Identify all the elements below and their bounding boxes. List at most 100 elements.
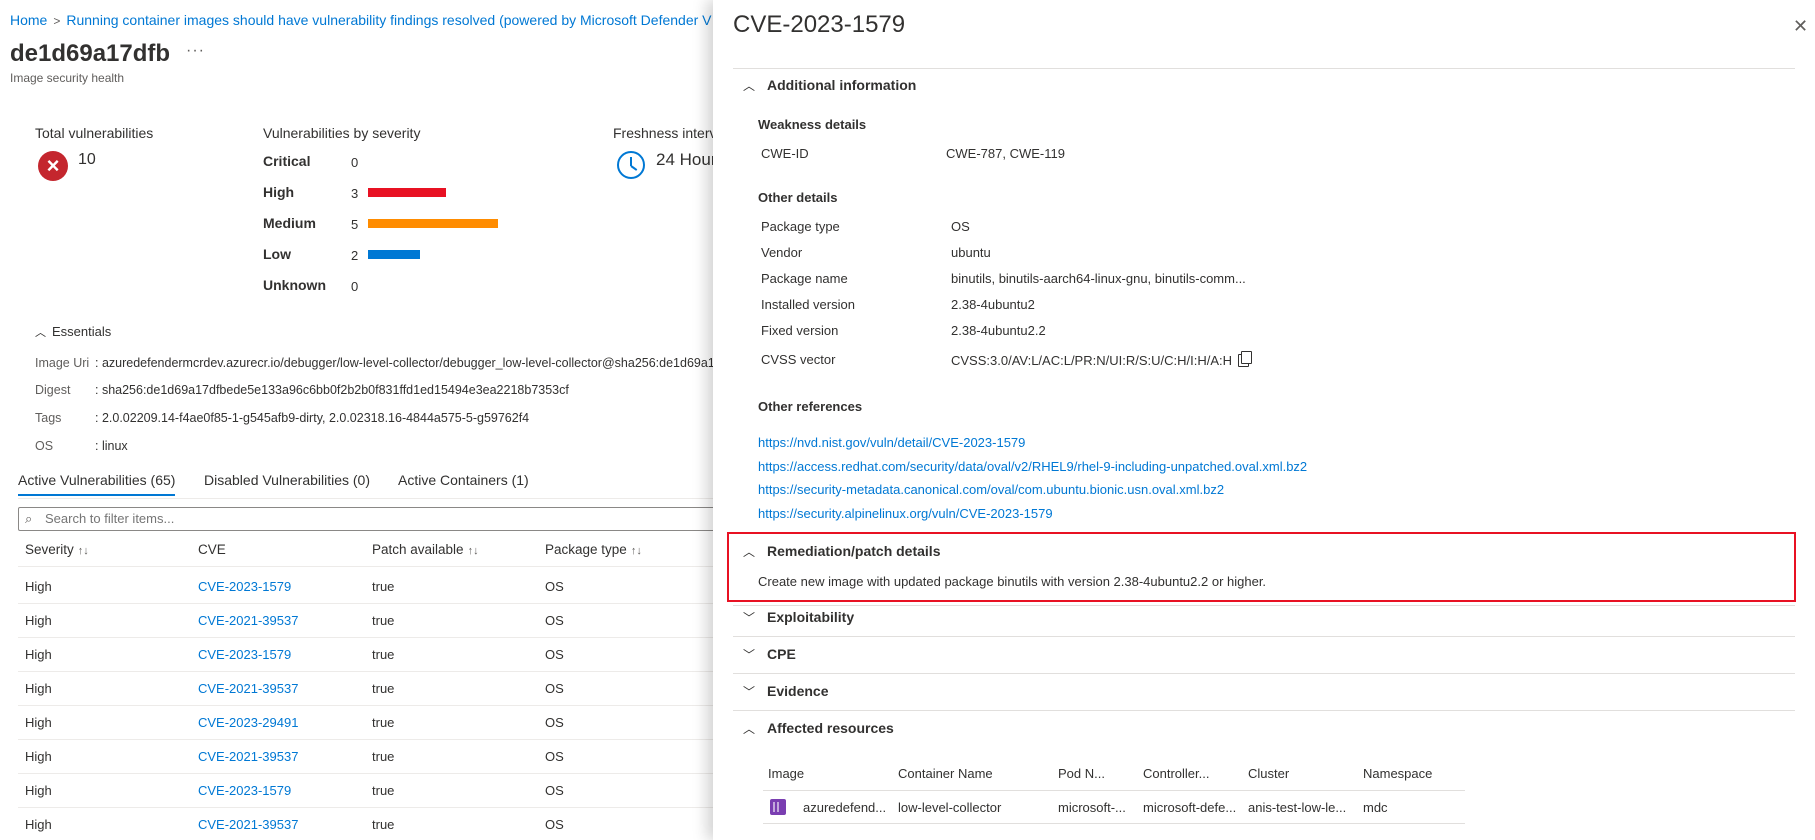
column-header-patch-available[interactable]: Patch available ↑↓ — [372, 542, 479, 557]
cell-cve-link[interactable]: CVE-2021-39537 — [198, 681, 298, 696]
table-header-divider — [18, 566, 713, 567]
table-row[interactable]: High CVE-2021-39537 true OS — [18, 671, 713, 706]
cell-package-type: OS — [545, 817, 564, 832]
cell-patch-available: true — [372, 613, 395, 628]
breadcrumb: Home > Running container images should hav… — [10, 12, 712, 28]
detail-value: ubuntu — [951, 245, 991, 260]
column-header-package-type[interactable]: Package type ↑↓ — [545, 542, 642, 557]
chevron-up-icon: ︿ — [743, 545, 756, 559]
filter-box: ⌕ — [18, 507, 713, 531]
more-options-icon[interactable]: ··· — [186, 42, 205, 60]
severity-count: 3 — [351, 186, 359, 201]
essentials-value: : azuredefendermcrdev.azurecr.io/debugge… — [95, 356, 713, 370]
ar-cell-cluster: anis-test-low-le... — [1248, 800, 1347, 815]
page-title: de1d69a17dfb — [10, 40, 171, 67]
exploitability-toggle[interactable]: ﹀ Exploitability — [743, 609, 854, 626]
severity-count: 2 — [351, 248, 359, 263]
close-icon[interactable]: ✕ — [1793, 16, 1808, 37]
cell-package-type: OS — [545, 579, 564, 594]
essentials-heading: Essentials — [52, 324, 112, 339]
detail-key: Package name — [761, 271, 848, 286]
total-vulnerabilities-label: Total vulnerabilities — [35, 125, 154, 141]
ar-cell-image[interactable]: azuredefend... — [803, 800, 886, 815]
reference-link[interactable]: https://security.alpinelinux.org/vuln/CV… — [758, 506, 1053, 521]
divider — [733, 636, 1795, 637]
filter-input[interactable] — [43, 510, 697, 527]
cell-severity: High — [25, 783, 52, 798]
cell-cve-link[interactable]: CVE-2021-39537 — [198, 749, 298, 764]
evidence-toggle[interactable]: ﹀ Evidence — [743, 683, 828, 700]
severity-row-medium: Medium 5 — [263, 215, 523, 233]
detail-value: OS — [951, 219, 970, 234]
ar-header-container-name: Container Name — [898, 766, 993, 781]
reference-link[interactable]: https://nvd.nist.gov/vuln/detail/CVE-202… — [758, 435, 1025, 450]
reference-link[interactable]: https://access.redhat.com/security/data/… — [758, 459, 1307, 474]
cell-cve-link[interactable]: CVE-2021-39537 — [198, 817, 298, 832]
cell-cve-link[interactable]: CVE-2021-39537 — [198, 613, 298, 628]
severity-row-unknown: Unknown 0 — [263, 277, 523, 295]
essentials-toggle[interactable]: ﹀ Essentials — [35, 324, 111, 340]
page-subtitle: Image security health — [10, 71, 125, 85]
breadcrumb-recommendation[interactable]: Running container images should have vul… — [66, 12, 711, 28]
table-row[interactable]: High CVE-2021-39537 true OS — [18, 807, 713, 840]
chevron-up-icon: ︿ — [743, 722, 756, 736]
essentials-key: OS — [35, 439, 54, 453]
severity-bar — [368, 219, 498, 228]
vulnerability-tabs: Active Vulnerabilities (65) Disabled Vul… — [18, 472, 713, 499]
detail-value: CVSS:3.0/AV:L/AC:L/PR:N/UI:R/S:U/C:H/I:H… — [951, 351, 1253, 368]
cell-cve-link[interactable]: CVE-2023-29491 — [198, 715, 298, 730]
table-row[interactable]: High CVE-2023-1579 true OS — [18, 773, 713, 808]
table-row[interactable]: High CVE-2021-39537 true OS — [18, 603, 713, 638]
table-row[interactable]: High CVE-2023-29491 true OS — [18, 705, 713, 740]
remediation-toggle[interactable]: ︿ Remediation/patch details — [743, 543, 940, 560]
ar-cell-controller: microsoft-defe... — [1143, 800, 1237, 815]
severity-bar — [368, 250, 420, 259]
cell-package-type: OS — [545, 749, 564, 764]
cell-cve-link[interactable]: CVE-2023-1579 — [198, 783, 291, 798]
detail-value: 2.38-4ubuntu2.2 — [951, 323, 1046, 338]
breadcrumb-home[interactable]: Home — [10, 12, 47, 28]
freshness-label: Freshness interv — [613, 125, 713, 141]
cell-severity: High — [25, 715, 52, 730]
detail-key: Package type — [761, 219, 840, 234]
ar-cell-container-name: low-level-collector — [898, 800, 1002, 815]
chevron-down-icon: ﹀ — [743, 685, 756, 699]
chevron-up-icon: ﹀ — [35, 325, 46, 337]
additional-information-toggle[interactable]: ︿ Additional information — [743, 77, 916, 94]
reference-link[interactable]: https://security-metadata.canonical.com/… — [758, 482, 1224, 497]
cell-cve-link[interactable]: CVE-2023-1579 — [198, 647, 291, 662]
detail-value: 2.38-4ubuntu2 — [951, 297, 1035, 312]
tab-disabled-vulnerabilities[interactable]: Disabled Vulnerabilities (0) — [204, 472, 370, 494]
cpe-toggle[interactable]: ﹀ CPE — [743, 646, 796, 663]
copy-icon[interactable] — [1238, 351, 1253, 367]
cell-patch-available: true — [372, 647, 395, 662]
sort-icon: ↑↓ — [630, 545, 642, 557]
tab-active-vulnerabilities[interactable]: Active Vulnerabilities (65) — [18, 472, 176, 496]
detail-key: CVSS vector — [761, 352, 836, 367]
essentials-value: : sha256:de1d69a17dfbede5e133a96c6bb0f2b… — [95, 383, 569, 397]
cell-patch-available: true — [372, 681, 395, 696]
table-row[interactable]: High CVE-2023-1579 true OS — [18, 569, 713, 604]
detail-key: Fixed version — [761, 323, 839, 338]
cell-cve-link[interactable]: CVE-2023-1579 — [198, 579, 291, 594]
search-icon: ⌕ — [25, 511, 33, 526]
other-references-heading: Other references — [758, 399, 863, 414]
cell-patch-available: true — [372, 783, 395, 798]
severity-count: 5 — [351, 217, 359, 232]
affected-resources-heading: Affected resources — [767, 720, 894, 736]
chevron-down-icon: ﹀ — [743, 648, 756, 662]
table-row[interactable]: High CVE-2021-39537 true OS — [18, 739, 713, 774]
severity-row-critical: Critical 0 — [263, 153, 523, 171]
column-header-severity[interactable]: Severity ↑↓ — [25, 542, 89, 557]
table-row[interactable]: High CVE-2023-1579 true OS — [18, 637, 713, 672]
cell-package-type: OS — [545, 647, 564, 662]
cell-severity: High — [25, 681, 52, 696]
tab-active-containers[interactable]: Active Containers (1) — [398, 472, 529, 494]
chevron-down-icon: ﹀ — [743, 611, 756, 625]
ar-header-image: Image — [768, 766, 805, 781]
cell-package-type: OS — [545, 715, 564, 730]
cell-patch-available: true — [372, 749, 395, 764]
cell-patch-available: true — [372, 579, 395, 594]
ar-header-controller: Controller... — [1143, 766, 1210, 781]
affected-resources-toggle[interactable]: ︿ Affected resources — [743, 720, 894, 737]
